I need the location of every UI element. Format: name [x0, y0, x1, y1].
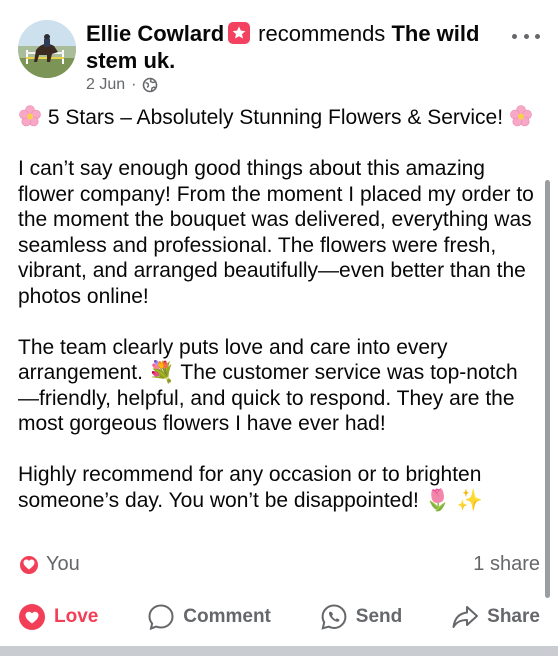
reactions-bar: You 1 share	[18, 553, 540, 581]
cherry-blossom-icon	[18, 104, 42, 128]
post-paragraph-3-text: Highly recommend for any occasion or to …	[18, 463, 482, 512]
share-button[interactable]: Share	[451, 603, 540, 631]
love-label: Love	[54, 606, 99, 627]
dot-icon	[523, 33, 529, 39]
post-body: 5 Stars – Absolutely Stunning Flowers & …	[18, 104, 538, 513]
post-title: 5 Stars – Absolutely Stunning Flowers & …	[47, 106, 504, 129]
feed-divider	[0, 646, 558, 656]
avatar[interactable]	[18, 20, 76, 78]
post-paragraph-1: I can’t say enough good things about thi…	[18, 157, 534, 308]
comment-icon	[148, 604, 174, 631]
more-options-button[interactable]	[512, 26, 540, 46]
love-icon	[19, 604, 45, 630]
post-paragraph-3: Highly recommend for any occasion or to …	[18, 462, 538, 513]
action-bar: Love Comment Send Share	[18, 598, 540, 636]
cherry-blossom-icon	[509, 104, 533, 128]
bouquet-icon: 💐	[148, 360, 175, 384]
comment-label: Comment	[183, 606, 271, 627]
love-button[interactable]: Love	[18, 603, 98, 631]
recommend-icon	[228, 22, 251, 44]
dot-icon	[535, 33, 540, 39]
recommends-label: recommends	[258, 21, 386, 46]
scrollbar[interactable]	[545, 180, 550, 598]
sparkles-icon: ✨	[456, 487, 483, 512]
author-name[interactable]: Ellie Cowlard	[86, 21, 224, 46]
tulip-icon: 🌷	[424, 487, 451, 512]
reactor-name: You	[46, 553, 80, 575]
reactions-summary[interactable]: You	[18, 553, 80, 576]
dot-icon	[512, 33, 517, 39]
send-button[interactable]: Send	[320, 603, 402, 631]
post-title-line: 5 Stars – Absolutely Stunning Flowers & …	[18, 104, 538, 131]
post-card: Ellie Cowlard recommends The wild stem uk…	[0, 0, 558, 646]
author-line: Ellie Cowlard recommends The wild stem uk…	[86, 20, 486, 74]
share-label: Share	[487, 606, 540, 627]
globe-icon	[142, 77, 158, 93]
post-header: Ellie Cowlard recommends The wild stem uk…	[18, 18, 548, 98]
comment-button[interactable]: Comment	[147, 603, 271, 631]
share-icon	[452, 606, 479, 628]
meta-separator: ·	[131, 76, 137, 93]
whatsapp-icon	[321, 604, 347, 630]
post-date[interactable]: 2 Jun	[86, 76, 125, 94]
post-paragraph-2: The team clearly puts love and care into…	[18, 335, 538, 437]
love-reaction-icon	[18, 553, 40, 576]
post-meta: 2 Jun ·	[86, 76, 158, 94]
send-label: Send	[355, 606, 403, 627]
share-count[interactable]: 1 share	[473, 553, 540, 576]
